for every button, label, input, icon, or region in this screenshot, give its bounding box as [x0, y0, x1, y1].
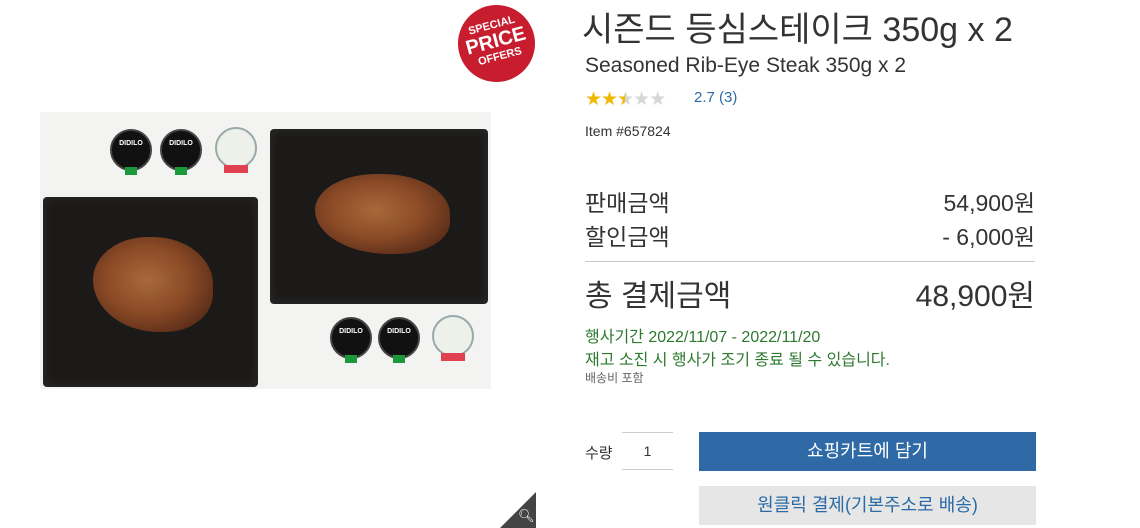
sauce-cup — [215, 127, 257, 173]
steak — [315, 174, 450, 254]
magnifier-icon[interactable]: 🔍︎ — [518, 508, 535, 524]
star-empty-icon: ★ — [649, 89, 666, 110]
rating-link[interactable]: 2.7 (3) — [694, 89, 737, 106]
total-price-value: 48,900원 — [915, 280, 1035, 313]
sauce-cup — [432, 315, 474, 361]
discount-value: - 6,000원 — [942, 224, 1035, 250]
add-to-cart-button[interactable]: 쇼핑카트에 담기 — [699, 432, 1036, 471]
sauce-cup: DIDILO — [160, 129, 202, 175]
quantity-label: 수량 — [585, 445, 613, 462]
sale-price-value: 54,900원 — [943, 190, 1035, 216]
steak-pack-left — [43, 197, 258, 387]
product-title-english: Seasoned Rib-Eye Steak 350g x 2 — [585, 54, 907, 77]
star-empty-icon: ★ — [633, 89, 650, 110]
sauce-cup: DIDILO — [378, 317, 420, 363]
total-price-label: 총 결제금액 — [585, 280, 732, 313]
promo-note: 재고 소진 시 행사가 조기 종료 될 수 있습니다. — [585, 352, 890, 369]
star-full-icon: ★ — [601, 89, 618, 110]
item-number: Item #657824 — [585, 123, 671, 139]
promo-period: 행사기간 2022/11/07 - 2022/11/20 — [585, 329, 821, 346]
shipping-note: 배송비 포함 — [585, 371, 644, 385]
rating-stars[interactable]: ★★★★★ — [585, 88, 666, 111]
steak-pack-right — [270, 129, 488, 304]
rating-value: 2.7 — [694, 89, 715, 106]
discount-label: 할인금액 — [585, 224, 670, 250]
sale-price-label: 판매금액 — [585, 190, 670, 216]
star-full-icon: ★ — [585, 89, 602, 110]
rating-count: (3) — [719, 89, 738, 106]
star-half-icon: ★ — [617, 89, 634, 110]
quantity-input[interactable] — [622, 432, 673, 470]
product-title-korean: 시즌드 등심스테이크 350g x 2 — [582, 11, 1013, 49]
product-image[interactable]: DIDILO DIDILO DIDILO DIDILO — [40, 112, 491, 389]
sauce-cup: DIDILO — [330, 317, 372, 363]
special-price-badge: SPECIAL PRICE OFFERS — [449, 0, 544, 91]
price-divider — [585, 261, 1035, 262]
steak — [93, 237, 213, 332]
one-click-buy-button[interactable]: 원클릭 결제(기본주소로 배송) — [699, 486, 1036, 525]
sauce-cup: DIDILO — [110, 129, 152, 175]
